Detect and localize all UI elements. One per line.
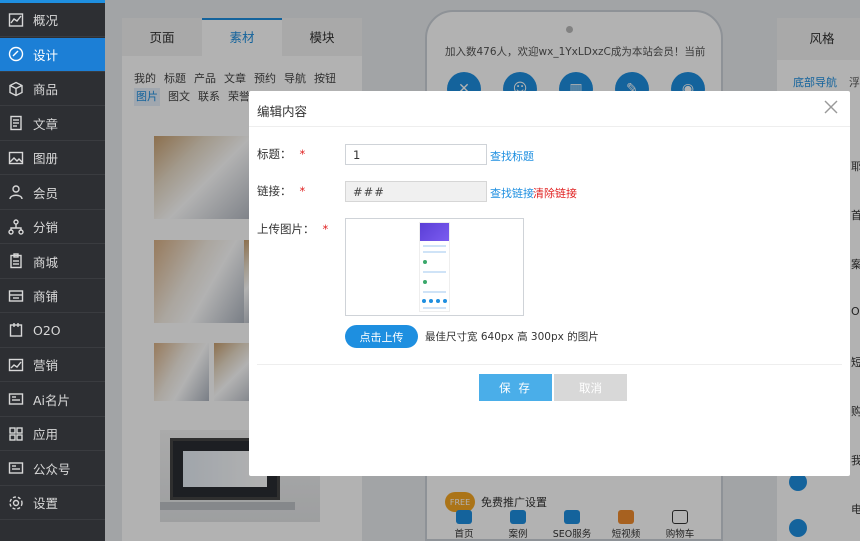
sidebar-item[interactable]: 设置 bbox=[0, 486, 105, 520]
preview-line bbox=[423, 245, 446, 247]
sidebar-item-label: O2O bbox=[33, 322, 61, 338]
gear-icon bbox=[8, 495, 24, 511]
size-hint: 最佳尺寸宽 640px 高 300px 的图片 bbox=[425, 331, 599, 343]
find-link-link[interactable]: 查找链接 bbox=[490, 185, 534, 201]
sidebar-item-label: 公众号 bbox=[33, 461, 71, 477]
sidebar-item-label: 营销 bbox=[33, 358, 59, 373]
preview-line bbox=[423, 271, 446, 273]
sidebar-item-label: Ai名片 bbox=[33, 392, 71, 408]
preview-thumbnail bbox=[419, 222, 450, 312]
store-icon bbox=[8, 288, 24, 304]
find-title-link[interactable]: 查找标题 bbox=[490, 148, 534, 164]
upload-label-text: 上传图片： bbox=[257, 222, 315, 236]
sidebar-item[interactable]: 分销 bbox=[0, 210, 105, 244]
image-preview[interactable] bbox=[345, 218, 524, 316]
network-icon bbox=[8, 218, 24, 235]
sidebar-item[interactable]: 概况 bbox=[0, 3, 105, 37]
preview-dot bbox=[423, 260, 427, 264]
sidebar-item-label: 商铺 bbox=[33, 289, 59, 304]
sidebar-item[interactable]: 商铺 bbox=[0, 279, 105, 313]
sidebar-item-label: 分销 bbox=[33, 220, 59, 235]
title-label-text: 标题： bbox=[257, 147, 292, 161]
sidebar-item-label: 图册 bbox=[33, 151, 59, 166]
sidebar-item[interactable]: 设计 bbox=[0, 37, 105, 72]
sidebar-item-label: 会员 bbox=[33, 185, 59, 201]
preview-button-row bbox=[422, 299, 447, 303]
dialog-divider bbox=[257, 364, 842, 365]
sidebar-item-label: 商城 bbox=[33, 254, 59, 270]
sidebar-item-label: 文章 bbox=[33, 116, 59, 132]
upload-label: 上传图片： * bbox=[257, 221, 328, 237]
edit-content-dialog: 编辑内容 标题： * 查找标题 链接： * 查找链接 清除链接 上传图片： * 点击上… bbox=[249, 91, 850, 476]
grid-icon bbox=[8, 426, 24, 442]
image-icon bbox=[8, 150, 24, 166]
link-label-text: 链接： bbox=[257, 184, 292, 198]
cube-icon bbox=[8, 81, 24, 97]
sidebar-item-label: 设计 bbox=[33, 47, 59, 63]
preview-line bbox=[423, 307, 446, 309]
link-label: 链接： * bbox=[257, 183, 305, 199]
link-input[interactable] bbox=[345, 181, 487, 202]
sidebar-item-label: 商品 bbox=[33, 82, 59, 97]
sidebar-item-label: 设置 bbox=[33, 496, 59, 511]
close-icon[interactable] bbox=[823, 99, 839, 115]
required-mark: * bbox=[299, 147, 306, 161]
sidebar-item-label: 概况 bbox=[33, 13, 59, 28]
sidebar-item-label: 应用 bbox=[33, 427, 59, 442]
title-input[interactable] bbox=[345, 144, 487, 165]
sidebar-item[interactable]: 应用 bbox=[0, 417, 105, 451]
sidebar-item[interactable]: 营销 bbox=[0, 348, 105, 382]
document-icon bbox=[8, 115, 24, 131]
save-button[interactable]: 保 存 bbox=[479, 374, 552, 401]
chart-icon bbox=[8, 12, 24, 28]
required-mark: * bbox=[322, 222, 329, 236]
sidebar-item[interactable]: 商城 bbox=[0, 245, 105, 279]
sidebar: 概况设计商品文章图册会员分销商城商铺 O2O 营销 Ai名片应用公众号设置 bbox=[0, 0, 105, 541]
cancel-button[interactable]: 取消 bbox=[554, 374, 627, 401]
trend-icon bbox=[8, 357, 24, 373]
clear-link-link[interactable]: 清除链接 bbox=[533, 185, 577, 201]
sidebar-item[interactable]: 商品 bbox=[0, 72, 105, 106]
o2o-icon bbox=[8, 322, 24, 338]
clipboard-icon bbox=[8, 253, 24, 269]
preview-banner bbox=[420, 223, 449, 241]
card-icon bbox=[8, 460, 24, 476]
palette-icon bbox=[8, 46, 24, 62]
title-label: 标题： * bbox=[257, 146, 305, 162]
preview-line bbox=[423, 251, 446, 253]
sidebar-item[interactable]: O2O bbox=[0, 314, 105, 348]
dialog-header: 编辑内容 bbox=[249, 91, 850, 127]
user-icon bbox=[8, 184, 24, 200]
sidebar-item[interactable]: 公众号 bbox=[0, 452, 105, 486]
dialog-title: 编辑内容 bbox=[257, 104, 308, 119]
upload-button[interactable]: 点击上传 bbox=[345, 325, 418, 348]
card-icon bbox=[8, 391, 24, 407]
preview-dot bbox=[423, 280, 427, 284]
sidebar-item[interactable]: 会员 bbox=[0, 176, 105, 210]
preview-line bbox=[423, 291, 446, 293]
sidebar-item[interactable]: Ai名片 bbox=[0, 383, 105, 417]
sidebar-item[interactable]: 图册 bbox=[0, 141, 105, 175]
required-mark: * bbox=[299, 184, 306, 198]
sidebar-item[interactable]: 文章 bbox=[0, 107, 105, 141]
